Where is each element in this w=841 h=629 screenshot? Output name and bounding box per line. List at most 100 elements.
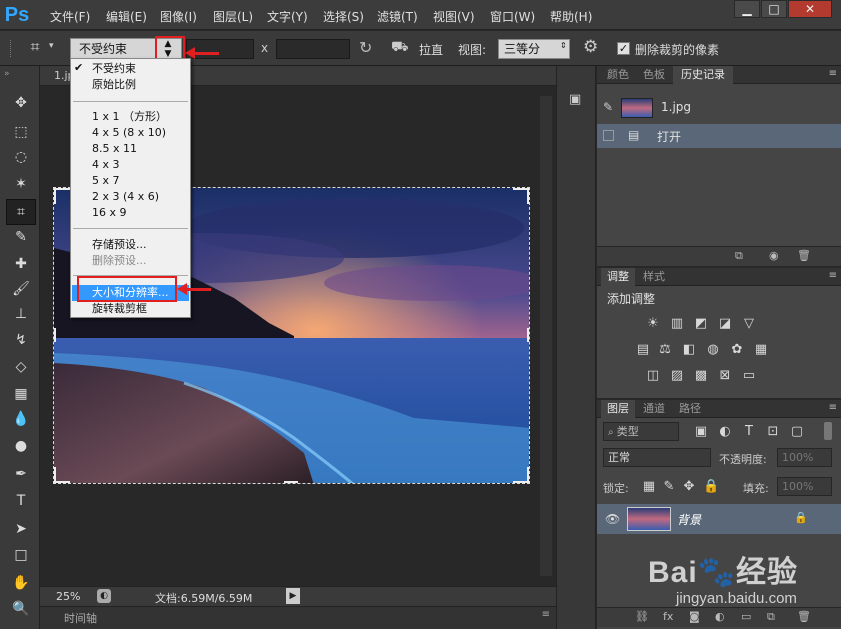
crop-handle-left[interactable]	[54, 328, 57, 342]
panel-menu-icon[interactable]: ≡	[829, 402, 837, 413]
link-icon[interactable]: ⛓	[635, 610, 649, 623]
panel-menu-icon[interactable]: ≡	[829, 68, 837, 79]
eraser-icon[interactable]: ◇	[10, 356, 32, 378]
menu-option-ratio[interactable]: 4 x 3	[72, 157, 189, 173]
stamp-icon[interactable]: ⊥	[10, 303, 32, 325]
group-icon[interactable]: ▭	[741, 610, 751, 623]
menu-type[interactable]: 文字(Y)	[267, 8, 308, 25]
crop-handle-right[interactable]	[526, 328, 529, 342]
height-input[interactable]	[276, 39, 350, 59]
lasso-tool-icon[interactable]: ◌	[10, 146, 32, 168]
delete-cropped-checkbox[interactable]: ✓	[617, 42, 630, 55]
chevron-down-icon[interactable]: ▾	[49, 41, 54, 51]
crop-tool-icon[interactable]: ⌗	[24, 37, 46, 59]
gradient-map-icon[interactable]: ▭	[741, 368, 757, 384]
filter-type-icon[interactable]: T	[741, 424, 757, 440]
exposure-icon[interactable]: ◪	[717, 316, 733, 332]
menu-option-ratio[interactable]: 16 x 9	[72, 205, 189, 221]
menu-option-original-ratio[interactable]: 原始比例	[72, 77, 189, 93]
crop-handle-bottom-left[interactable]	[54, 467, 70, 483]
trash-icon[interactable]: 🗑	[797, 610, 811, 623]
step-checkbox[interactable]	[603, 130, 614, 141]
pen-icon[interactable]: ✒	[10, 463, 32, 485]
mask-icon[interactable]: ◙	[689, 610, 700, 623]
layer-filter-select[interactable]: ⌕ 类型	[603, 422, 679, 441]
tab-styles[interactable]: 样式	[637, 268, 671, 286]
timeline-tab[interactable]: 时间轴	[64, 610, 97, 626]
lock-all-icon[interactable]: 🔒	[703, 479, 719, 495]
dodge-icon[interactable]: ●	[10, 435, 32, 457]
menu-option-ratio[interactable]: 2 x 3 (4 x 6)	[72, 189, 189, 205]
menu-help[interactable]: 帮助(H)	[550, 8, 592, 25]
tab-layers[interactable]: 图层	[601, 400, 635, 418]
brush-icon[interactable]: 🖌	[10, 278, 32, 300]
black-white-icon[interactable]: ◧	[681, 342, 697, 358]
vibrance-icon[interactable]: ▽	[741, 316, 757, 332]
close-button[interactable]: ✕	[788, 0, 832, 18]
selective-color-icon[interactable]: ⊠	[717, 368, 733, 384]
menu-filter[interactable]: 滤镜(T)	[377, 8, 418, 25]
menu-layer[interactable]: 图层(L)	[213, 8, 253, 25]
shape-tool-icon[interactable]: □	[10, 544, 32, 566]
vertical-scrollbar[interactable]	[540, 96, 552, 576]
lock-transparent-icon[interactable]: ▦	[641, 479, 657, 495]
crop-handle-top-right[interactable]	[513, 188, 529, 204]
gradient-icon[interactable]: ▦	[10, 383, 32, 405]
minimize-button[interactable]: ▁	[734, 0, 760, 18]
crop-tool-icon[interactable]: ⌗	[10, 201, 32, 223]
marquee-tool-icon[interactable]: ⬚	[10, 121, 32, 143]
hand-tool-icon[interactable]: ✋	[10, 572, 32, 594]
blur-icon[interactable]: 💧	[10, 408, 32, 430]
camera-icon[interactable]: ◉	[769, 249, 779, 262]
menu-image[interactable]: 图像(I)	[160, 8, 197, 25]
filter-shape-icon[interactable]: ⊡	[765, 424, 781, 440]
menu-option-ratio[interactable]: 8.5 x 11	[72, 141, 189, 157]
menu-option-rotate-crop-box[interactable]: 旋转裁剪框	[72, 301, 189, 317]
threshold-icon[interactable]: ▩	[693, 368, 709, 384]
play-icon[interactable]: ▶	[286, 588, 300, 604]
clear-rotate-icon[interactable]: ↻	[359, 38, 372, 57]
menu-option-ratio[interactable]: 4 x 5 (8 x 10)	[72, 125, 189, 141]
share-icon[interactable]: ◐	[97, 589, 111, 603]
curves-icon[interactable]: ◩	[693, 316, 709, 332]
zoom-tool-icon[interactable]: 🔍	[10, 598, 32, 620]
tab-adjustments[interactable]: 调整	[601, 268, 635, 286]
gear-icon[interactable]: ⚙	[583, 37, 598, 57]
adjust-layer-icon[interactable]: ◐	[715, 610, 725, 623]
menu-option-unconstrained[interactable]: 不受约束	[72, 61, 189, 77]
layer-row[interactable]: 👁 背景 🔒	[597, 504, 841, 534]
crop-handle-bottom[interactable]	[284, 480, 298, 483]
levels-icon[interactable]: ▥	[669, 316, 685, 332]
magic-wand-icon[interactable]: ✶	[10, 173, 32, 195]
menu-edit[interactable]: 编辑(E)	[106, 8, 147, 25]
width-input[interactable]	[186, 39, 254, 59]
panel-menu-icon[interactable]: ≡	[542, 609, 550, 620]
type-tool-icon[interactable]: T	[10, 490, 32, 512]
filter-pixel-icon[interactable]: ▣	[693, 424, 709, 440]
straighten-icon[interactable]: ⛟	[391, 39, 409, 57]
eye-icon[interactable]: 👁	[605, 512, 620, 526]
new-layer-icon[interactable]: ⧉	[767, 610, 775, 624]
brightness-icon[interactable]: ☀	[645, 316, 661, 332]
menu-option-save-preset[interactable]: 存储预设...	[72, 237, 189, 253]
color-balance-icon[interactable]: ⚖	[657, 342, 673, 358]
menu-file[interactable]: 文件(F)	[50, 8, 90, 25]
hue-saturation-icon[interactable]: ▤	[635, 342, 651, 358]
photo-filter-icon[interactable]: ◍	[705, 342, 721, 358]
trash-icon[interactable]: 🗑	[797, 249, 811, 262]
panel-menu-icon[interactable]: ≡	[829, 270, 837, 281]
path-select-icon[interactable]: ➤	[10, 518, 32, 540]
posterize-icon[interactable]: ▨	[669, 368, 685, 384]
healing-brush-icon[interactable]: ✚	[10, 253, 32, 275]
maximize-button[interactable]: □	[761, 0, 787, 18]
channel-mixer-icon[interactable]: ✿	[729, 342, 745, 358]
color-lookup-icon[interactable]: ▦	[753, 342, 769, 358]
crop-handle-bottom-right[interactable]	[513, 467, 529, 483]
new-document-icon[interactable]: ⧉	[735, 249, 743, 263]
menu-view[interactable]: 视图(V)	[433, 8, 475, 25]
move-tool-icon[interactable]: ✥	[10, 92, 32, 114]
crop-handle-top-left[interactable]	[54, 188, 70, 204]
filter-smart-icon[interactable]: ▢	[789, 424, 805, 440]
fill-field[interactable]: 100%	[777, 477, 832, 496]
zoom-level[interactable]: 25%	[56, 590, 80, 603]
